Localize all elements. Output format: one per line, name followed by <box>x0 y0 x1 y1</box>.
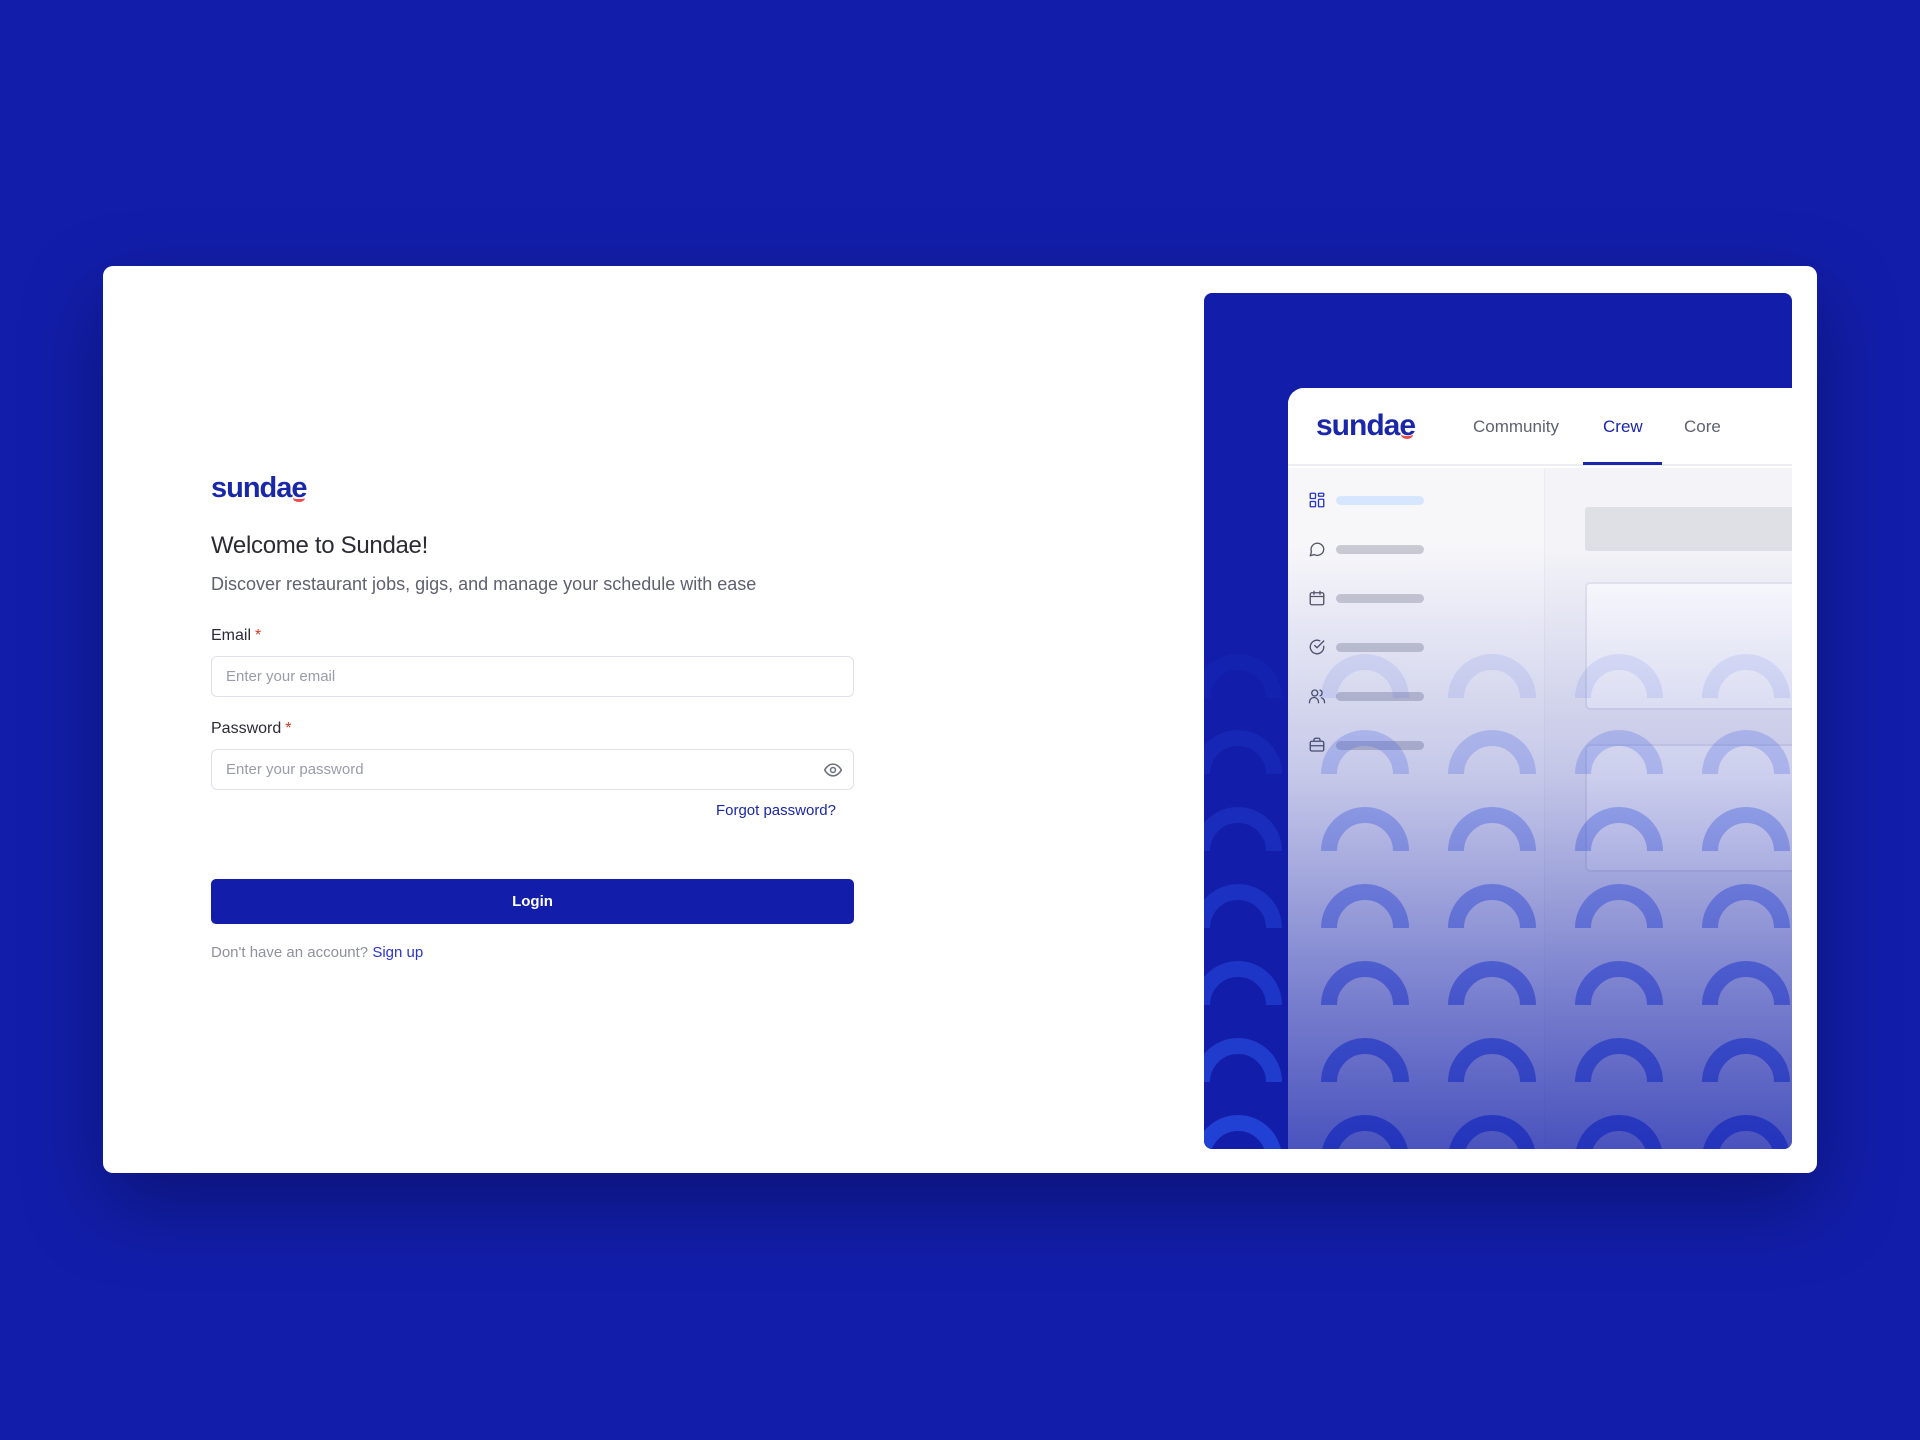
forgot-password-link[interactable]: Forgot password? <box>211 802 836 819</box>
email-placeholder: Enter your email <box>226 668 336 685</box>
preview-sundae-logo: sunda e <box>1316 409 1416 443</box>
dashboard-icon <box>1309 492 1325 508</box>
arch-shape <box>1204 884 1282 929</box>
app-preview-window: sunda e Community Crew Core <box>1288 388 1792 1149</box>
email-label-text: Email <box>211 627 252 644</box>
preview-content-card <box>1585 582 1792 710</box>
logo-smile-mark <box>1401 430 1414 439</box>
password-label-text: Password <box>211 720 282 737</box>
product-preview-panel: sunda e Community Crew Core <box>1204 293 1792 1149</box>
sidebar-item-tasks[interactable] <box>1308 638 1424 656</box>
email-field[interactable]: Enter your email <box>211 656 854 697</box>
tab-community[interactable]: Community <box>1473 417 1559 437</box>
sidebar-placeholder-bar <box>1336 740 1424 750</box>
password-field[interactable]: Enter your password <box>211 749 854 790</box>
signup-row: Don't have an account? Sign up <box>211 944 854 961</box>
preview-header-bar <box>1585 507 1792 551</box>
sidebar-item-jobs[interactable] <box>1308 736 1424 754</box>
sidebar-item-calendar[interactable] <box>1308 589 1424 607</box>
arch-shape <box>1204 807 1282 852</box>
preview-sidebar <box>1288 468 1545 1149</box>
arch-shape <box>1204 730 1282 775</box>
sign-up-link[interactable]: Sign up <box>372 944 423 961</box>
arch-shape <box>1204 1038 1282 1083</box>
preview-main-content <box>1545 468 1792 1149</box>
login-form: sunda e Welcome to Sundae! Discover resta… <box>211 472 854 961</box>
tab-crew[interactable]: Crew <box>1603 417 1643 437</box>
preview-content-card <box>1585 744 1792 872</box>
check-circle-icon <box>1309 639 1325 655</box>
sidebar-placeholder-bar <box>1336 642 1424 652</box>
preview-logo-text: sunda <box>1316 409 1400 442</box>
page-title: Welcome to Sundae! <box>211 532 428 559</box>
preview-header: sunda e Community Crew Core <box>1288 388 1792 466</box>
required-marker: * <box>285 720 292 737</box>
sidebar-item-users[interactable] <box>1308 687 1424 705</box>
logo-smile-mark <box>293 494 305 502</box>
calendar-icon <box>1309 590 1325 606</box>
logo-text: sunda <box>211 472 292 504</box>
page-subtitle: Discover restaurant jobs, gigs, and mana… <box>211 574 757 594</box>
sidebar-placeholder-bar <box>1336 593 1424 603</box>
arch-shape <box>1204 1115 1281 1149</box>
arch-shape <box>1204 654 1282 699</box>
chat-icon <box>1309 542 1325 557</box>
password-placeholder: Enter your password <box>226 761 364 778</box>
required-marker: * <box>255 627 262 644</box>
email-label: Email * <box>211 627 854 645</box>
users-icon <box>1308 689 1326 704</box>
sidebar-item-chat[interactable] <box>1308 540 1424 558</box>
login-card: sunda e Welcome to Sundae! Discover resta… <box>103 266 1817 1173</box>
sundae-logo: sunda e <box>211 472 308 504</box>
tab-core[interactable]: Core <box>1684 417 1721 437</box>
sidebar-placeholder-bar <box>1336 544 1424 554</box>
sidebar-item-dashboard[interactable] <box>1308 491 1424 509</box>
logo-accent-letter: e <box>1399 409 1416 442</box>
sidebar-placeholder-bar <box>1336 495 1424 505</box>
password-label: Password * <box>211 720 854 738</box>
briefcase-icon <box>1309 737 1325 752</box>
login-button[interactable]: Login <box>211 879 854 924</box>
arch-shape <box>1204 961 1282 1006</box>
logo-accent-letter: e <box>291 472 307 504</box>
no-account-text: Don't have an account? <box>211 944 369 961</box>
sidebar-placeholder-bar <box>1336 691 1424 701</box>
eye-icon[interactable] <box>823 760 843 780</box>
active-tab-indicator <box>1583 462 1662 465</box>
